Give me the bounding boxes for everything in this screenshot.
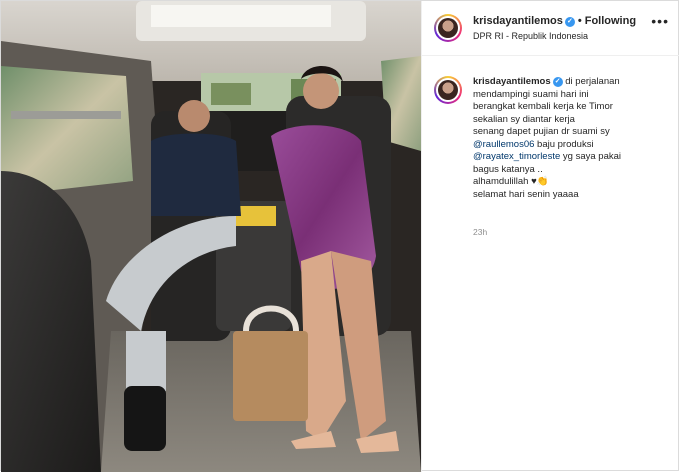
avatar[interactable] (434, 14, 462, 42)
instagram-post-frame: krisdayantilemos ✓ • Following DPR RI - Rep… (0, 0, 679, 472)
following-button[interactable]: Following (585, 15, 636, 27)
post-photo[interactable] (1, 1, 421, 472)
verified-badge-icon: ✓ (564, 17, 575, 27)
ellipsis-icon[interactable]: ••• (651, 13, 669, 29)
caption-line: selamat hari senin yaaaa (473, 188, 579, 200)
header-username-row: krisdayantilemos ✓ • Following (473, 15, 636, 27)
location-link[interactable]: DPR RI - Republik Indonesia (473, 31, 588, 41)
car-interior-photo (1, 1, 421, 472)
caption-line: @raullemos06 baju produksi (473, 139, 668, 152)
caption: krisdayantilemos ✓ di perjalanan mendampi… (473, 76, 668, 201)
caption-line: senang dapet pujian dr suami sy (473, 126, 610, 137)
separator-dot: • (577, 15, 582, 27)
post-sidebar: krisdayantilemos ✓ • Following DPR RI - Rep… (421, 1, 679, 472)
mention-link[interactable]: @raullemos06 (473, 139, 534, 150)
caption-text: yg saya pakai (560, 151, 621, 162)
caption-line: berangkat kembali kerja ke Timor (473, 101, 613, 112)
caption-avatar[interactable] (434, 76, 462, 104)
caption-line: krisdayantilemos ✓ di perjalanan (473, 76, 668, 89)
post-header: krisdayantilemos ✓ • Following DPR RI - Rep… (422, 1, 679, 56)
post-timestamp[interactable]: 23h (473, 227, 487, 237)
mention-link[interactable]: @rayatex_timorleste (473, 151, 560, 162)
verified-badge-icon: ✓ (552, 77, 563, 87)
caption-text: baju produksi (534, 138, 594, 150)
caption-line: @rayatex_timorleste yg saya pakai (473, 151, 668, 164)
caption-line: alhamdulillah ♥👏 (473, 176, 549, 187)
caption-line: sekalian sy diantar kerja (473, 113, 575, 125)
caption-line: mendampingi suami hari ini (473, 88, 589, 100)
caption-username[interactable]: krisdayantilemos (473, 76, 551, 87)
caption-text: di perjalanan (565, 76, 620, 87)
caption-line: bagus katanya .. (473, 163, 543, 175)
header-username[interactable]: krisdayantilemos (473, 15, 563, 27)
